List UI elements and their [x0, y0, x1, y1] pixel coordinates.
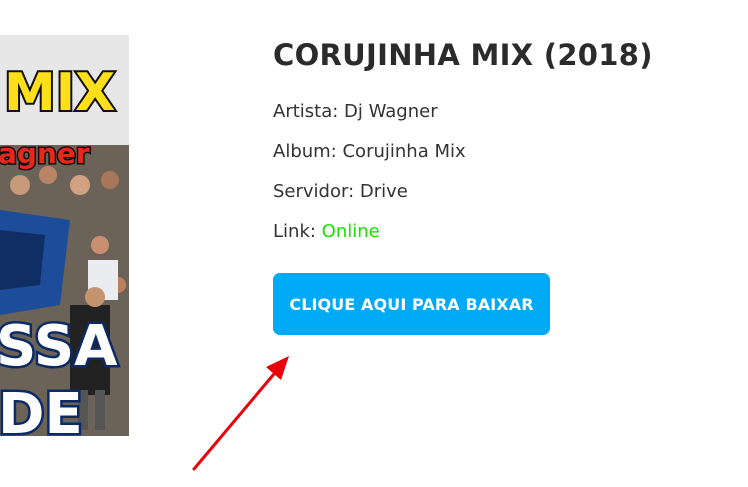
album-label: Album:: [273, 141, 337, 162]
artist-label: Artista:: [273, 101, 339, 122]
server-row: Servidor: Drive: [273, 172, 733, 212]
download-button[interactable]: CLIQUE AQUI PARA BAIXAR: [273, 273, 550, 335]
album-row: Album: Corujinha Mix: [273, 132, 733, 172]
link-label: Link:: [273, 221, 316, 242]
album-cover-image: MIX agner SSA DE: [0, 35, 129, 436]
server-label: Servidor:: [273, 181, 355, 202]
link-status: Online: [321, 221, 380, 242]
album-value: Corujinha Mix: [342, 141, 466, 162]
artist-row: Artista: Dj Wagner: [273, 92, 733, 132]
link-row: Link: Online: [273, 212, 733, 252]
cover-text-name: agner: [0, 137, 90, 170]
album-info: CORUJINHA MIX (2018) Artista: Dj Wagner …: [273, 34, 733, 252]
server-value: Drive: [359, 181, 408, 202]
cover-text-bottom: DE: [0, 382, 83, 436]
cover-text-mix: MIX: [4, 63, 115, 123]
artist-value: Dj Wagner: [344, 101, 438, 122]
cover-text-mid: SSA: [0, 314, 118, 379]
album-title: CORUJINHA MIX (2018): [273, 38, 653, 72]
